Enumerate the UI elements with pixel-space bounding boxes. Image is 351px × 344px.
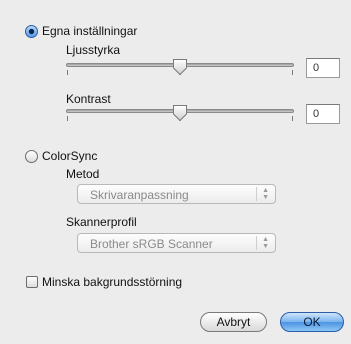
up-down-arrows-icon: ▲ ▼ xyxy=(262,187,269,201)
ok-button[interactable]: OK xyxy=(280,312,344,332)
reduce-noise-label: Minska bakgrundsstörning xyxy=(42,275,183,289)
contrast-slider[interactable] xyxy=(66,104,294,124)
popup-divider xyxy=(256,187,257,201)
brightness-tick-max xyxy=(292,70,293,75)
custom-settings-label: Egna inställningar xyxy=(42,24,138,38)
contrast-tick-min xyxy=(67,116,68,121)
method-popup[interactable]: Skrivaranpassning ▲ ▼ xyxy=(77,184,276,204)
scanner-profile-label: Skannerprofil xyxy=(66,215,137,229)
custom-settings-radio[interactable] xyxy=(25,25,38,38)
popup-divider xyxy=(256,236,257,250)
method-popup-value: Skrivaranpassning xyxy=(90,188,189,202)
method-label: Metod xyxy=(66,167,100,181)
brightness-label: Ljusstyrka xyxy=(66,43,121,57)
contrast-slider-thumb-icon[interactable] xyxy=(172,104,188,122)
brightness-slider[interactable] xyxy=(66,58,294,78)
brightness-slider-thumb-icon[interactable] xyxy=(172,58,188,76)
colorsync-label: ColorSync xyxy=(42,149,98,163)
reduce-noise-checkbox[interactable] xyxy=(26,276,38,288)
brightness-tick-min xyxy=(67,70,68,75)
contrast-value-field[interactable]: 0 xyxy=(306,104,340,124)
colorsync-radio[interactable] xyxy=(25,150,38,163)
scanner-profile-popup-value: Brother sRGB Scanner xyxy=(90,237,213,251)
brightness-value-field[interactable]: 0 xyxy=(306,58,340,78)
up-down-arrows-icon: ▲ ▼ xyxy=(262,236,269,250)
cancel-button[interactable]: Avbryt xyxy=(200,312,267,332)
contrast-tick-max xyxy=(292,116,293,121)
scanner-profile-popup[interactable]: Brother sRGB Scanner ▲ ▼ xyxy=(77,233,276,253)
